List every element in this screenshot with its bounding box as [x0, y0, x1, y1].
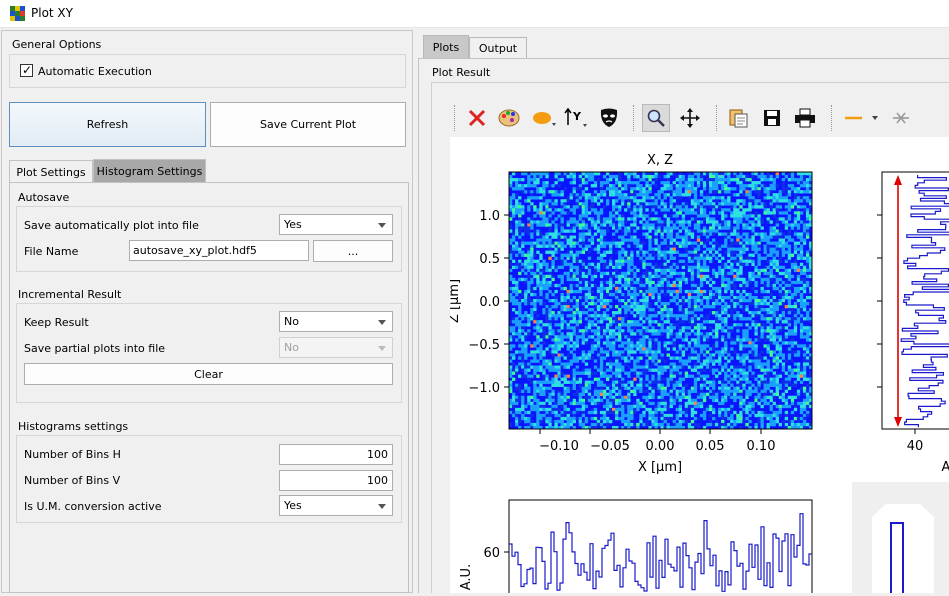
- toolbar-separator: [633, 105, 634, 131]
- y-axis-label: Z [μm]: [450, 279, 462, 323]
- plot-figure: X, Z −0.10 −0.05 0.00 0.05 0.10 X [μm] 1…: [450, 137, 949, 593]
- file-name-input[interactable]: autosave_xy_plot.hdf5: [129, 240, 309, 261]
- x-tick-label: 0.10: [747, 439, 776, 454]
- toolbar-separator: [454, 105, 455, 131]
- y-tick-label: 1.0: [479, 209, 500, 224]
- browse-file-button[interactable]: ...: [313, 240, 393, 262]
- y-tick-label: 0.0: [479, 295, 500, 310]
- reset-zoom-icon[interactable]: [463, 104, 491, 132]
- toolbar-separator: [831, 105, 832, 131]
- pan-icon[interactable]: [676, 104, 704, 132]
- save-partial-plots-value: No: [284, 341, 299, 354]
- plot-result-label: Plot Result: [432, 66, 490, 79]
- save-automatically-value: Yes: [284, 218, 302, 231]
- x-axis: −0.10 −0.05 0.00 0.05 0.10 X [μm]: [539, 429, 775, 475]
- keep-result-value: No: [284, 315, 299, 328]
- automatic-execution-checkbox[interactable]: ✓: [20, 64, 33, 77]
- line-style-icon[interactable]: [840, 104, 880, 132]
- y-tick-label: −0.5: [468, 338, 500, 353]
- bins-v-input[interactable]: 100: [279, 470, 393, 491]
- um-conversion-select[interactable]: Yes: [279, 495, 393, 516]
- chevron-down-icon: [378, 504, 386, 509]
- tab-plots[interactable]: Plots: [423, 35, 469, 59]
- y-tick-label: 0.5: [479, 252, 500, 267]
- save-partial-plots-label: Save partial plots into file: [24, 342, 165, 355]
- save-partial-plots-select: No: [279, 337, 393, 358]
- plot-toolbar: Y: [450, 101, 949, 137]
- chevron-down-icon: [378, 223, 386, 228]
- mask-icon[interactable]: [595, 104, 623, 132]
- save-current-plot-button[interactable]: Save Current Plot: [210, 102, 406, 147]
- window-title: Plot XY: [31, 6, 73, 20]
- y-axis: 1.0 0.5 0.0 −0.5 −1.0 Z [μm]: [450, 209, 509, 396]
- x-tick-label: −0.10: [539, 439, 579, 454]
- bins-h-input[interactable]: 100: [279, 444, 393, 465]
- keep-result-label: Keep Result: [24, 316, 89, 329]
- x-tick-label: 0.05: [696, 439, 725, 454]
- tab-output[interactable]: Output: [469, 37, 527, 59]
- tab-plot-settings[interactable]: Plot Settings: [9, 160, 93, 184]
- crosshair-icon[interactable]: [887, 104, 915, 132]
- um-conversion-value: Yes: [284, 499, 302, 512]
- copy-icon[interactable]: [725, 104, 753, 132]
- save-automatically-select[interactable]: Yes: [279, 214, 393, 235]
- zoom-icon[interactable]: [642, 104, 670, 132]
- plot-canvas: X, Z −0.10 −0.05 0.00 0.05 0.10 X [μm] 1…: [450, 137, 949, 593]
- general-options-title: General Options: [12, 38, 101, 51]
- keep-result-select[interactable]: No: [279, 311, 393, 332]
- clear-button[interactable]: Clear: [24, 363, 393, 385]
- refresh-button[interactable]: Refresh: [9, 102, 206, 147]
- automatic-execution-label: Automatic Execution: [38, 65, 152, 78]
- incremental-result-title: Incremental Result: [18, 288, 121, 301]
- plot-title: X, Z: [647, 153, 673, 168]
- um-conversion-label: Is U.M. conversion active: [24, 500, 161, 513]
- title-bar: Plot XY: [0, 0, 949, 28]
- hhist-y-tick-label: 60: [483, 546, 500, 561]
- app-icon: [10, 6, 25, 21]
- file-name-label: File Name: [24, 245, 78, 258]
- x-axis-label: X [μm]: [638, 460, 682, 475]
- svg-text:Y: Y: [572, 110, 582, 123]
- bins-v-label: Number of Bins V: [24, 474, 120, 487]
- tab-histogram-settings[interactable]: Histogram Settings: [93, 159, 206, 183]
- hhist-y-axis-label: A.U.: [459, 564, 474, 590]
- vhist-x-tick-label: 40: [907, 439, 924, 454]
- print-icon[interactable]: [791, 104, 819, 132]
- vhist-x-axis-label: A: [942, 460, 949, 475]
- chevron-down-icon: [378, 346, 386, 351]
- x-tick-label: 0.00: [646, 439, 675, 454]
- y-axis-icon[interactable]: Y: [562, 104, 590, 132]
- bins-h-label: Number of Bins H: [24, 448, 121, 461]
- x-tick-label: −0.05: [590, 439, 630, 454]
- vertical-histogram: 40 A: [877, 172, 949, 475]
- marker-icon[interactable]: [530, 104, 558, 132]
- info-panel: [852, 482, 949, 593]
- save-automatically-label: Save automatically plot into file: [24, 219, 199, 232]
- horizontal-histogram: 60 A.U.: [459, 500, 812, 593]
- colormap-icon[interactable]: [495, 104, 523, 132]
- histograms-settings-title: Histograms settings: [18, 420, 128, 433]
- autosave-title: Autosave: [18, 191, 69, 204]
- save-icon[interactable]: [758, 104, 786, 132]
- toolbar-separator: [716, 105, 717, 131]
- heatmap-image: [509, 172, 812, 429]
- y-tick-label: −1.0: [468, 381, 500, 396]
- chevron-down-icon: [378, 320, 386, 325]
